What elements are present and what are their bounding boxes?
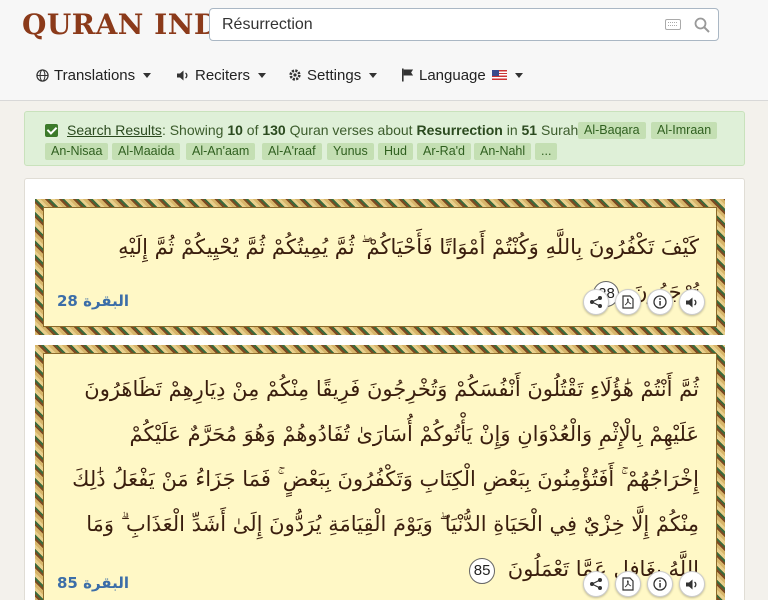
audio-icon (686, 579, 697, 589)
shown-count: 10 (227, 122, 243, 138)
audio-button[interactable] (679, 571, 705, 597)
info-button[interactable] (647, 289, 673, 315)
gear-icon (288, 68, 302, 82)
search-input[interactable] (210, 9, 650, 40)
flag-icon (401, 68, 414, 82)
surah-name: البقرة (83, 292, 129, 310)
pdf-icon (622, 295, 634, 309)
results-text: : Showing (161, 122, 228, 138)
chevron-down-icon (258, 72, 267, 78)
surah-verse-number: 28 (57, 292, 78, 310)
pdf-button[interactable] (615, 571, 641, 597)
surah-tag[interactable]: Al-A'raaf (262, 143, 322, 160)
surah-reference[interactable]: البقرة 28 (57, 292, 129, 310)
surah-tag[interactable]: Ar-Ra'd (417, 143, 471, 160)
share-button[interactable] (583, 571, 609, 597)
chevron-down-icon (143, 72, 152, 78)
share-icon (590, 578, 602, 590)
nav-reciters[interactable]: Reciters (176, 60, 267, 90)
more-tags[interactable]: ... (535, 143, 558, 160)
nav-language-label: Language (419, 66, 486, 84)
verse-arabic: ثُمَّ أَنْتُمْ هَٰؤُلَاءِ تَقْتُلُونَ أَ… (72, 377, 699, 581)
results-text: of (242, 122, 263, 138)
results-text: in (502, 122, 522, 138)
verse-text: ثُمَّ أَنْتُمْ هَٰؤُلَاءِ تَقْتُلُونَ أَ… (61, 367, 699, 592)
surah-tag[interactable]: Al-Baqara (578, 122, 646, 139)
pdf-button[interactable] (615, 289, 641, 315)
nav-translations-label: Translations (54, 66, 136, 84)
surah-tag[interactable]: Al-An'aam (186, 143, 256, 160)
query-term: Resurrection (416, 122, 503, 138)
surah-name: البقرة (83, 574, 129, 592)
results-summary: Search Results: Showing 10 of 130 Quran … (67, 122, 585, 138)
audio-icon (686, 297, 697, 307)
globe-icon (36, 68, 49, 82)
verse-card: ثُمَّ أَنْتُمْ هَٰؤُلَاءِ تَقْتُلُونَ أَ… (35, 345, 725, 600)
chevron-down-icon (514, 72, 523, 78)
checkbox-icon[interactable] (45, 124, 58, 137)
verse-actions (583, 571, 705, 597)
search-results-banner: Search Results: Showing 10 of 130 Quran … (24, 111, 745, 166)
results-text: Quran verses about (285, 122, 417, 138)
nav-settings[interactable]: Settings (288, 60, 378, 90)
nav-settings-label: Settings (307, 66, 362, 84)
info-icon (653, 295, 667, 309)
search-results-link[interactable]: Search Results (67, 122, 162, 138)
site-header: QURAN INDEX Translations Reciters (0, 0, 768, 101)
surah-reference[interactable]: البقرة 85 (57, 574, 129, 592)
share-button[interactable] (583, 289, 609, 315)
us-flag-icon (491, 70, 507, 80)
surah-tag[interactable]: Yunus (327, 143, 374, 160)
surah-tag[interactable]: Hud (378, 143, 413, 160)
keyboard-icon[interactable] (665, 19, 681, 30)
total-count: 130 (262, 122, 286, 138)
info-icon (653, 577, 667, 591)
surah-tag[interactable]: Al-Maaida (112, 143, 181, 160)
info-button[interactable] (647, 571, 673, 597)
search-icon[interactable] (693, 16, 711, 34)
nav-translations[interactable]: Translations (36, 60, 152, 90)
surah-tag[interactable]: An-Nisaa (45, 143, 109, 160)
surah-count: 51 (521, 122, 538, 138)
surah-tag[interactable]: An-Nahl (474, 143, 532, 160)
speaker-icon (176, 69, 190, 82)
pdf-icon (622, 577, 634, 591)
audio-button[interactable] (679, 289, 705, 315)
results-panel: كَيْفَ تَكْفُرُونَ بِاللَّهِ وَكُنْتُمْ … (24, 178, 745, 600)
ayah-number: 85 (469, 557, 496, 584)
surah-verse-number: 85 (57, 574, 78, 592)
verse-card: كَيْفَ تَكْفُرُونَ بِاللَّهِ وَكُنْتُمْ … (35, 199, 725, 335)
chevron-down-icon (369, 72, 378, 78)
search-box (209, 8, 719, 41)
main-nav: Translations Reciters Settings Language (0, 60, 768, 90)
share-icon (590, 296, 602, 308)
surah-tag[interactable]: Al-Imraan (651, 122, 718, 139)
nav-language[interactable]: Language (401, 60, 523, 90)
verse-actions (583, 289, 705, 315)
nav-reciters-label: Reciters (195, 66, 251, 84)
